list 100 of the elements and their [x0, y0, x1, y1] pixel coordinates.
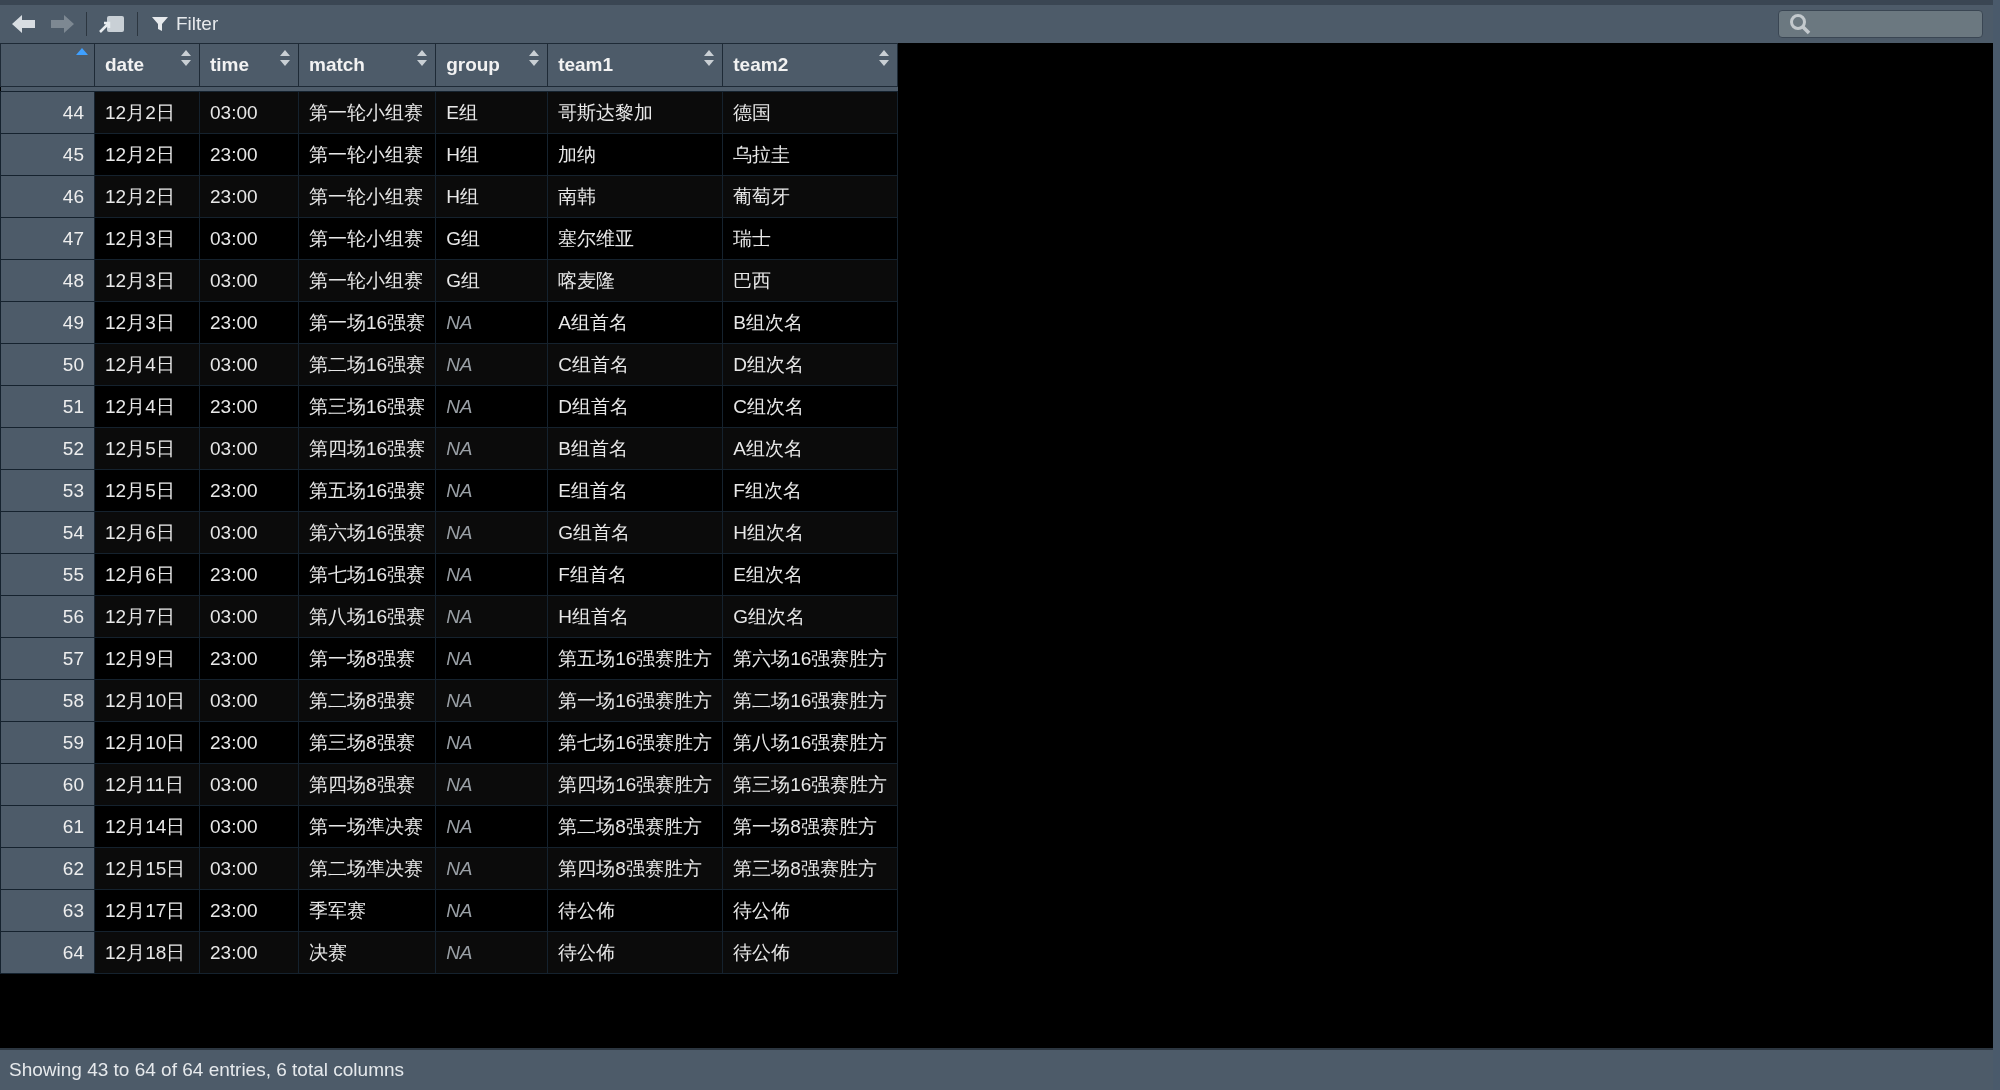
- table-cell: 23:00: [199, 889, 299, 932]
- table-cell: 03:00: [199, 427, 299, 470]
- table-cell: 第三场16强赛: [298, 385, 436, 428]
- table-cell: 第六场16强赛: [298, 511, 436, 554]
- table-cell: 哥斯达黎加: [547, 91, 723, 134]
- row-number: 51: [0, 385, 95, 428]
- table-cell: 12月17日: [94, 889, 200, 932]
- table-cell: 第五场16强赛胜方: [547, 637, 723, 680]
- column-header[interactable]: date: [94, 43, 200, 87]
- table-cell: 12月9日: [94, 637, 200, 680]
- missing-value-cell: NA: [435, 721, 548, 764]
- table-cell: C组首名: [547, 343, 723, 386]
- column-header[interactable]: time: [199, 43, 299, 87]
- table-cell: 12月4日: [94, 343, 200, 386]
- missing-value-cell: NA: [435, 637, 548, 680]
- table-cell: 03:00: [199, 91, 299, 134]
- column-header[interactable]: match: [298, 43, 436, 87]
- table-cell: 03:00: [199, 217, 299, 260]
- table-cell: 12月2日: [94, 175, 200, 218]
- row-number: 54: [0, 511, 95, 554]
- table-cell: 第二场16强赛: [298, 343, 436, 386]
- table-cell: 03:00: [199, 511, 299, 554]
- missing-value-cell: NA: [435, 931, 548, 974]
- row-number: 61: [0, 805, 95, 848]
- row-number: 56: [0, 595, 95, 638]
- table-cell: 第三场8强赛: [298, 721, 436, 764]
- table-cell: 第一轮小组赛: [298, 259, 436, 302]
- table-cell: 23:00: [199, 931, 299, 974]
- table-cell: 第三场16强赛胜方: [722, 763, 898, 806]
- missing-value-cell: NA: [435, 679, 548, 722]
- table-cell: 待公佈: [547, 931, 723, 974]
- table-cell: F组首名: [547, 553, 723, 596]
- table-cell: 第七场16强赛胜方: [547, 721, 723, 764]
- row-number: 64: [0, 931, 95, 974]
- missing-value-cell: NA: [435, 763, 548, 806]
- search-field[interactable]: [1778, 10, 1983, 38]
- sort-icon: [181, 50, 191, 66]
- column-header[interactable]: team2: [722, 43, 898, 87]
- table-cell: 12月15日: [94, 847, 200, 890]
- table-cell: H组: [435, 175, 548, 218]
- missing-value-cell: NA: [435, 343, 548, 386]
- table-cell: D组次名: [722, 343, 898, 386]
- table-cell: B组首名: [547, 427, 723, 470]
- table-cell: G组次名: [722, 595, 898, 638]
- table-cell: 23:00: [199, 553, 299, 596]
- table-cell: 南韩: [547, 175, 723, 218]
- table-cell: 03:00: [199, 259, 299, 302]
- status-text: Showing 43 to 64 of 64 entries, 6 total columns: [0, 1048, 1993, 1090]
- row-number: 57: [0, 637, 95, 680]
- filter-icon: [152, 16, 168, 32]
- table-cell: 第一场16强赛: [298, 301, 436, 344]
- table-cell: 第二场準决赛: [298, 847, 436, 890]
- table-cell: B组次名: [722, 301, 898, 344]
- column-header[interactable]: group: [435, 43, 548, 87]
- table-cell: H组: [435, 133, 548, 176]
- table-cell: 03:00: [199, 805, 299, 848]
- row-number: 48: [0, 259, 95, 302]
- row-number: 53: [0, 469, 95, 512]
- table-cell: 第四场16强赛: [298, 427, 436, 470]
- table-cell: 第一场8强赛: [298, 637, 436, 680]
- table-cell: D组首名: [547, 385, 723, 428]
- table-cell: 12月4日: [94, 385, 200, 428]
- table-cell: 乌拉圭: [722, 133, 898, 176]
- table-cell: H组首名: [547, 595, 723, 638]
- sort-icon: [879, 50, 890, 66]
- missing-value-cell: NA: [435, 889, 548, 932]
- missing-value-cell: NA: [435, 469, 548, 512]
- table-cell: 葡萄牙: [722, 175, 898, 218]
- table-cell: 第一轮小组赛: [298, 133, 436, 176]
- table-cell: E组次名: [722, 553, 898, 596]
- table-cell: 12月5日: [94, 427, 200, 470]
- table-cell: 德国: [722, 91, 898, 134]
- back-button[interactable]: [10, 12, 38, 36]
- row-number: 59: [0, 721, 95, 764]
- table-cell: 12月7日: [94, 595, 200, 638]
- row-number: 44: [0, 91, 95, 134]
- table-cell: 第三场8强赛胜方: [722, 847, 898, 890]
- row-number: 52: [0, 427, 95, 470]
- table-cell: 决赛: [298, 931, 436, 974]
- sort-ascending-icon: [76, 48, 88, 56]
- filter-button[interactable]: Filter: [148, 11, 223, 37]
- table-cell: 03:00: [199, 679, 299, 722]
- column-header[interactable]: team1: [547, 43, 723, 87]
- table-cell: G组: [435, 217, 548, 260]
- table-cell: 12月6日: [94, 553, 200, 596]
- table-cell: H组次名: [722, 511, 898, 554]
- missing-value-cell: NA: [435, 385, 548, 428]
- table-cell: E组首名: [547, 469, 723, 512]
- table-cell: 待公佈: [547, 889, 723, 932]
- sort-icon: [704, 50, 715, 66]
- table-cell: 第二场8强赛胜方: [547, 805, 723, 848]
- table-cell: 12月5日: [94, 469, 200, 512]
- sort-icon: [529, 50, 540, 66]
- table-cell: 23:00: [199, 637, 299, 680]
- table-cell: 03:00: [199, 847, 299, 890]
- missing-value-cell: NA: [435, 427, 548, 470]
- table-cell: 12月2日: [94, 91, 200, 134]
- table-cell: E组: [435, 91, 548, 134]
- table-cell: 第二场8强赛: [298, 679, 436, 722]
- missing-value-cell: NA: [435, 595, 548, 638]
